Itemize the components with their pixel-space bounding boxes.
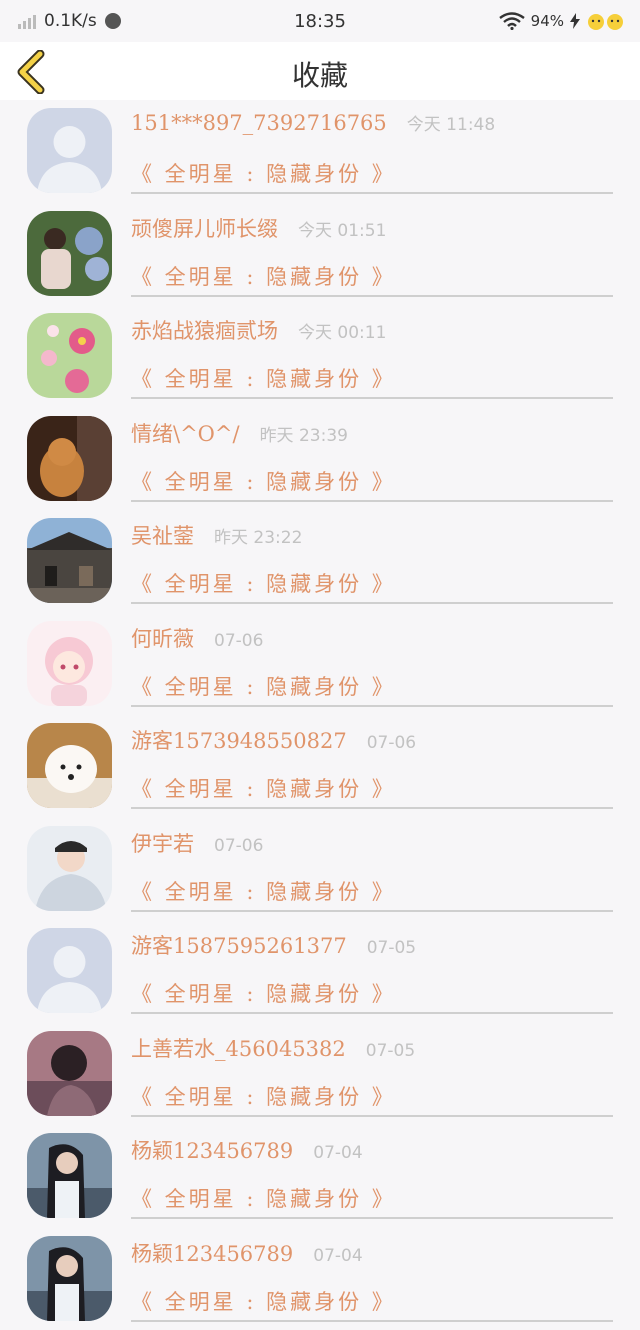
item-info: 上善若水_456045382 07-05 《 全明星 : 隐藏身份 》 (131, 1033, 613, 1117)
avatar[interactable] (27, 621, 112, 706)
user-name: 何昕薇 (131, 623, 194, 653)
list-item[interactable]: 吴祉蓥昨天 23:22 《 全明星 : 隐藏身份 》 (0, 510, 640, 613)
user-name: 情绪\^O^/ (131, 418, 240, 448)
item-header: 情绪\^O^/ 昨天 23:39 (131, 418, 613, 454)
status-right: 94% (499, 12, 640, 30)
user-name: 顽傻屏儿师长缀 (131, 213, 278, 243)
item-header: 吴祉蓥昨天 23:22 (131, 520, 613, 556)
item-info: 151***897_7392716765 今天 11:48 《 全明星 : 隐藏身份… (131, 110, 613, 194)
list-item[interactable]: 顽傻屏儿师长缀今天 01:51 《 全明星 : 隐藏身份 》 (0, 203, 640, 306)
timestamp: 07-06 (214, 836, 263, 856)
user-name: 上善若水_456045382 (131, 1033, 346, 1063)
item-info: 吴祉蓥昨天 23:22 《 全明星 : 隐藏身份 》 (131, 520, 613, 604)
book-title[interactable]: 《 全明星 : 隐藏身份 》 (131, 363, 613, 393)
item-info: 何昕薇 07-06 《 全明星 : 隐藏身份 》 (131, 623, 613, 707)
user-name: 游客1573948550827 (131, 725, 347, 755)
timestamp: 今天 01:51 (298, 216, 386, 241)
item-header: 游客1587595261377 07-05 (131, 930, 613, 966)
list-item[interactable]: 杨颖123456789 07-04 《 全明星 : 隐藏身份 》 (0, 1125, 640, 1228)
avatar[interactable] (27, 416, 112, 501)
item-header: 上善若水_456045382 07-05 (131, 1033, 613, 1069)
item-header: 何昕薇 07-06 (131, 623, 613, 659)
avatar[interactable] (27, 928, 112, 1013)
list-item[interactable]: 何昕薇 07-06 《 全明星 : 隐藏身份 》 (0, 613, 640, 716)
book-title[interactable]: 《 全明星 : 隐藏身份 》 (131, 261, 613, 291)
item-info: 游客1573948550827 07-06 《 全明星 : 隐藏身份 》 (131, 725, 613, 809)
list-item[interactable]: 游客1573948550827 07-06 《 全明星 : 隐藏身份 》 (0, 715, 640, 818)
timestamp: 07-04 (313, 1143, 362, 1163)
book-title[interactable]: 《 全明星 : 隐藏身份 》 (131, 158, 613, 188)
wifi-icon (499, 12, 525, 30)
book-title[interactable]: 《 全明星 : 隐藏身份 》 (131, 876, 613, 906)
item-header: 赤焰战猿痼贰场今天 00:11 (131, 315, 613, 351)
list-item[interactable]: 赤焰战猿痼贰场今天 00:11 《 全明星 : 隐藏身份 》 (0, 305, 640, 408)
signal-icon (18, 13, 36, 29)
item-header: 杨颖123456789 07-04 (131, 1135, 613, 1171)
user-name: 151***897_7392716765 (131, 111, 387, 135)
list-item[interactable]: 游客1587595261377 07-05 《 全明星 : 隐藏身份 》 (0, 920, 640, 1023)
list-item[interactable]: 151***897_7392716765 今天 11:48 《 全明星 : 隐藏身份… (0, 100, 640, 203)
timestamp: 昨天 23:22 (214, 523, 302, 548)
list-item[interactable]: 上善若水_456045382 07-05 《 全明星 : 隐藏身份 》 (0, 1023, 640, 1126)
nav-header: 收藏 (0, 42, 640, 100)
book-title[interactable]: 《 全明星 : 隐藏身份 》 (131, 568, 613, 598)
avatar[interactable] (27, 826, 112, 911)
user-name: 赤焰战猿痼贰场 (131, 315, 278, 345)
item-info: 情绪\^O^/ 昨天 23:39 《 全明星 : 隐藏身份 》 (131, 418, 613, 502)
item-header: 顽傻屏儿师长缀今天 01:51 (131, 213, 613, 249)
avatar[interactable] (27, 313, 112, 398)
net-speed: 0.1K/s (44, 11, 97, 31)
item-info: 顽傻屏儿师长缀今天 01:51 《 全明星 : 隐藏身份 》 (131, 213, 613, 297)
battery-level: 94% (531, 12, 564, 30)
book-title[interactable]: 《 全明星 : 隐藏身份 》 (131, 773, 613, 803)
list-item[interactable]: 伊宇若 07-06 《 全明星 : 隐藏身份 》 (0, 818, 640, 921)
favorites-list: 151***897_7392716765 今天 11:48 《 全明星 : 隐藏身份… (0, 100, 640, 1330)
timestamp: 07-06 (367, 733, 416, 753)
chick-icon (586, 12, 626, 30)
timestamp: 07-05 (366, 1041, 415, 1061)
user-name: 伊宇若 (131, 828, 194, 858)
timestamp: 今天 00:11 (298, 318, 386, 343)
user-name: 吴祉蓥 (131, 520, 194, 550)
notification-icon (105, 13, 121, 29)
avatar[interactable] (27, 1236, 112, 1321)
item-info: 杨颖123456789 07-04 《 全明星 : 隐藏身份 》 (131, 1135, 613, 1219)
book-title[interactable]: 《 全明星 : 隐藏身份 》 (131, 671, 613, 701)
book-title[interactable]: 《 全明星 : 隐藏身份 》 (131, 1183, 613, 1213)
item-header: 伊宇若 07-06 (131, 828, 613, 864)
item-header: 游客1573948550827 07-06 (131, 725, 613, 761)
avatar[interactable] (27, 518, 112, 603)
avatar[interactable] (27, 211, 112, 296)
book-title[interactable]: 《 全明星 : 隐藏身份 》 (131, 466, 613, 496)
timestamp: 昨天 23:39 (260, 421, 348, 446)
timestamp: 今天 11:48 (407, 110, 495, 135)
charging-icon (570, 13, 580, 29)
book-title[interactable]: 《 全明星 : 隐藏身份 》 (131, 978, 613, 1008)
timestamp: 07-04 (313, 1246, 362, 1266)
status-bar: 0.1K/s 18:35 94% (0, 0, 640, 42)
item-info: 伊宇若 07-06 《 全明星 : 隐藏身份 》 (131, 828, 613, 912)
user-name: 游客1587595261377 (131, 930, 347, 960)
status-left: 0.1K/s (0, 11, 121, 31)
avatar[interactable] (27, 723, 112, 808)
item-header: 151***897_7392716765 今天 11:48 (131, 110, 613, 146)
timestamp: 07-05 (367, 938, 416, 958)
avatar[interactable] (27, 1031, 112, 1116)
list-item[interactable]: 情绪\^O^/ 昨天 23:39 《 全明星 : 隐藏身份 》 (0, 408, 640, 511)
list-item[interactable]: 杨颖123456789 07-04 《 全明星 : 隐藏身份 》 (0, 1228, 640, 1330)
item-info: 游客1587595261377 07-05 《 全明星 : 隐藏身份 》 (131, 930, 613, 1014)
book-title[interactable]: 《 全明星 : 隐藏身份 》 (131, 1286, 613, 1316)
book-title[interactable]: 《 全明星 : 隐藏身份 》 (131, 1081, 613, 1111)
page-title: 收藏 (0, 54, 640, 94)
item-header: 杨颖123456789 07-04 (131, 1238, 613, 1274)
timestamp: 07-06 (214, 631, 263, 651)
user-name: 杨颖123456789 (131, 1135, 293, 1165)
user-name: 杨颖123456789 (131, 1238, 293, 1268)
avatar[interactable] (27, 108, 112, 193)
avatar[interactable] (27, 1133, 112, 1218)
item-info: 赤焰战猿痼贰场今天 00:11 《 全明星 : 隐藏身份 》 (131, 315, 613, 399)
